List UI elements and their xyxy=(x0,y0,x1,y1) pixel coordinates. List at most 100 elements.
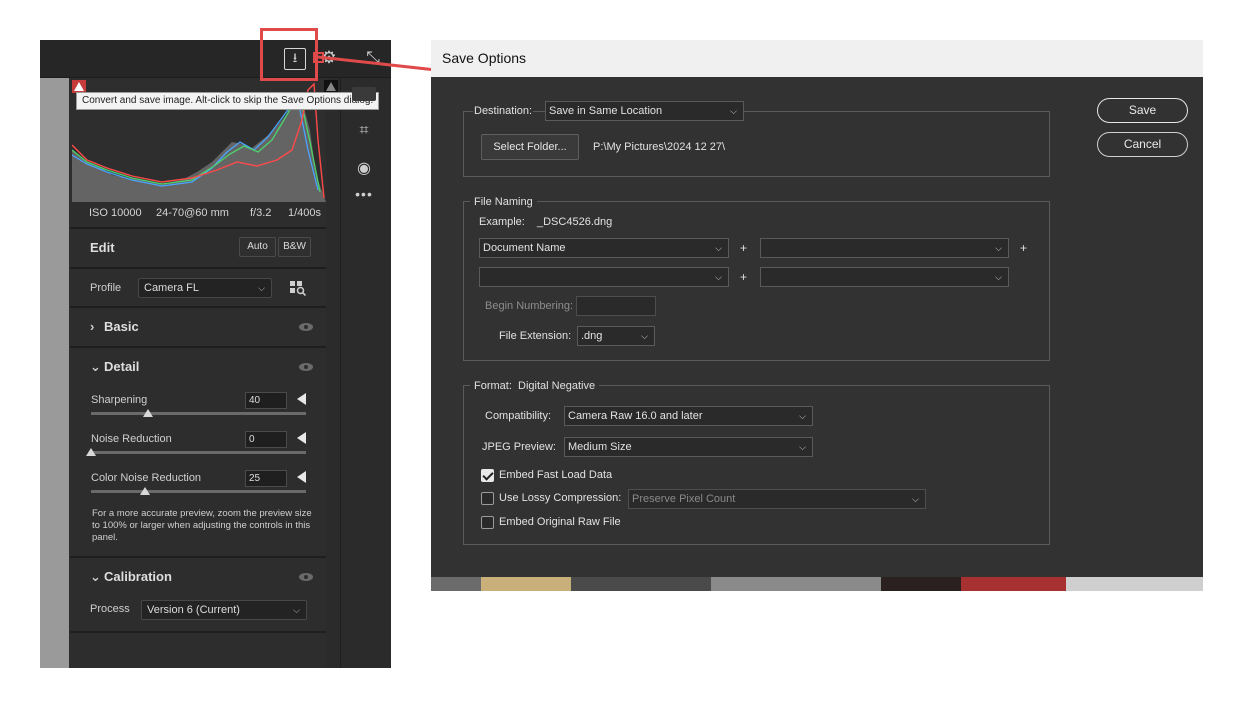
background-photo xyxy=(1066,577,1203,591)
destination-path: P:\My Pictures\2024 12 27\ xyxy=(593,141,726,153)
sharpening-value-input[interactable]: 40 xyxy=(245,392,287,409)
chevron-down-icon: ⌵ xyxy=(641,331,648,341)
lossy-compression-checkbox[interactable] xyxy=(481,492,494,505)
destination-select[interactable]: Save in Same Location ⌵ xyxy=(545,101,744,121)
reset-arrow-icon[interactable] xyxy=(297,393,306,405)
naming-field-2-select[interactable]: ⌵ xyxy=(760,238,1009,258)
example-label: Example: xyxy=(479,216,525,228)
noise-reduction-slider-thumb[interactable] xyxy=(86,448,96,456)
callout-arrow xyxy=(313,52,447,78)
chevron-down-icon: ⌵ xyxy=(715,272,722,282)
plus-sign: + xyxy=(740,270,748,284)
chevron-down-icon: ⌵ xyxy=(715,243,722,253)
divider xyxy=(70,227,326,229)
color-noise-reduction-label: Color Noise Reduction xyxy=(91,472,202,484)
noise-reduction-slider-track[interactable] xyxy=(91,451,306,454)
chevron-down-icon: ⌵ xyxy=(730,106,737,116)
background-photo xyxy=(881,577,961,591)
chevron-down-icon: ⌄ xyxy=(90,569,101,584)
exif-lens: 24-70@60 mm xyxy=(156,207,229,219)
exif-iso: ISO 10000 xyxy=(89,207,142,219)
save-tooltip: Convert and save image. Alt-click to ski… xyxy=(76,92,380,110)
chevron-down-icon: ⌵ xyxy=(799,411,806,421)
profile-browser-icon[interactable] xyxy=(289,280,307,296)
compatibility-value: Camera Raw 16.0 and later xyxy=(568,410,703,422)
noise-reduction-value-input[interactable]: 0 xyxy=(245,431,287,448)
jpeg-preview-value: Medium Size xyxy=(568,441,632,453)
background-photo xyxy=(571,577,711,591)
redeye-icon[interactable]: ◉ xyxy=(352,158,376,178)
eye-icon[interactable] xyxy=(298,362,314,372)
divider xyxy=(70,306,326,308)
plus-sign: + xyxy=(740,241,748,255)
exif-shutter: 1/400s xyxy=(288,207,322,219)
embed-fast-load-checkbox[interactable] xyxy=(481,469,494,482)
lossy-compression-label: Use Lossy Compression: xyxy=(499,492,622,504)
more-icon[interactable]: ••• xyxy=(352,186,376,202)
divider xyxy=(70,267,326,269)
divider xyxy=(70,556,326,558)
chevron-down-icon: ⌵ xyxy=(258,283,265,293)
chevron-down-icon: ⌄ xyxy=(90,359,101,374)
divider xyxy=(70,346,326,348)
begin-numbering-input[interactable] xyxy=(576,296,656,316)
crop-icon[interactable]: ⌗ xyxy=(352,122,376,140)
eye-icon[interactable] xyxy=(298,572,314,582)
save-button[interactable]: Save xyxy=(1097,98,1188,123)
reset-arrow-icon[interactable] xyxy=(297,432,306,444)
embed-raw-checkbox[interactable] xyxy=(481,516,494,529)
file-extension-value: .dng xyxy=(581,330,603,342)
exif-aperture: f/3.2 xyxy=(250,207,272,219)
background-photo xyxy=(481,577,571,591)
naming-field-4-select[interactable]: ⌵ xyxy=(760,267,1009,287)
color-noise-reduction-slider-thumb[interactable] xyxy=(139,487,150,495)
detail-preview-note: For a more accurate preview, zoom the pr… xyxy=(92,508,312,543)
process-label: Process xyxy=(90,603,130,615)
chevron-right-icon: › xyxy=(90,319,95,334)
embed-raw-label: Embed Original Raw File xyxy=(499,516,621,528)
background-photo xyxy=(711,577,881,591)
color-noise-reduction-slider-track[interactable] xyxy=(91,490,306,493)
destination-value: Save in Same Location xyxy=(549,105,663,117)
reset-arrow-icon[interactable] xyxy=(297,471,306,483)
lossy-compression-select[interactable]: Preserve Pixel Count ⌵ xyxy=(628,489,926,509)
section-calibration[interactable]: ⌄ Calibration xyxy=(90,569,172,585)
calibration-title: Calibration xyxy=(104,569,172,584)
plus-sign: + xyxy=(1020,241,1028,255)
color-noise-reduction-value-input[interactable]: 25 xyxy=(245,470,287,487)
sharpening-slider-thumb[interactable] xyxy=(143,409,154,417)
section-detail[interactable]: ⌄ Detail xyxy=(90,359,139,375)
compatibility-select[interactable]: Camera Raw 16.0 and later ⌵ xyxy=(564,406,813,426)
format-legend: Format: Digital Negative xyxy=(470,379,600,393)
cancel-button[interactable]: Cancel xyxy=(1097,132,1188,157)
chevron-down-icon: ⌵ xyxy=(293,605,300,615)
chevron-down-icon: ⌵ xyxy=(799,442,806,452)
process-value: Version 6 (Current) xyxy=(147,604,240,616)
eye-icon[interactable] xyxy=(298,322,314,332)
profile-select[interactable]: Camera FL ⌵ xyxy=(138,278,272,298)
section-basic[interactable]: › Basic xyxy=(90,319,139,334)
sharpening-slider-track[interactable] xyxy=(91,412,306,415)
sharpening-label: Sharpening xyxy=(91,394,148,406)
auto-button[interactable]: Auto xyxy=(239,237,276,257)
save-options-dialog: Save Options Destination: Save in Same L… xyxy=(431,40,1203,591)
naming-field-3-select[interactable]: ⌵ xyxy=(479,267,729,287)
edit-tool-icon[interactable] xyxy=(352,87,376,101)
process-select[interactable]: Version 6 (Current) ⌵ xyxy=(141,600,307,620)
dialog-title: Save Options xyxy=(431,40,1203,77)
example-value: _DSC4526.dng xyxy=(537,216,613,228)
embed-fast-load-label: Embed Fast Load Data xyxy=(499,469,613,481)
file-extension-label: File Extension: xyxy=(499,330,572,342)
profile-value: Camera FL xyxy=(144,282,200,294)
chevron-down-icon: ⌵ xyxy=(912,494,919,504)
compatibility-label: Compatibility: xyxy=(485,410,552,422)
file-extension-select[interactable]: .dng ⌵ xyxy=(577,326,655,346)
format-value: Digital Negative xyxy=(518,380,596,392)
destination-label: Destination: xyxy=(473,101,534,121)
edit-title: Edit xyxy=(90,240,115,255)
bw-button[interactable]: B&W xyxy=(278,237,311,257)
begin-numbering-label: Begin Numbering: xyxy=(485,300,574,312)
jpeg-preview-select[interactable]: Medium Size ⌵ xyxy=(564,437,813,457)
select-folder-button[interactable]: Select Folder... xyxy=(481,134,579,160)
naming-field-1-select[interactable]: Document Name ⌵ xyxy=(479,238,729,258)
